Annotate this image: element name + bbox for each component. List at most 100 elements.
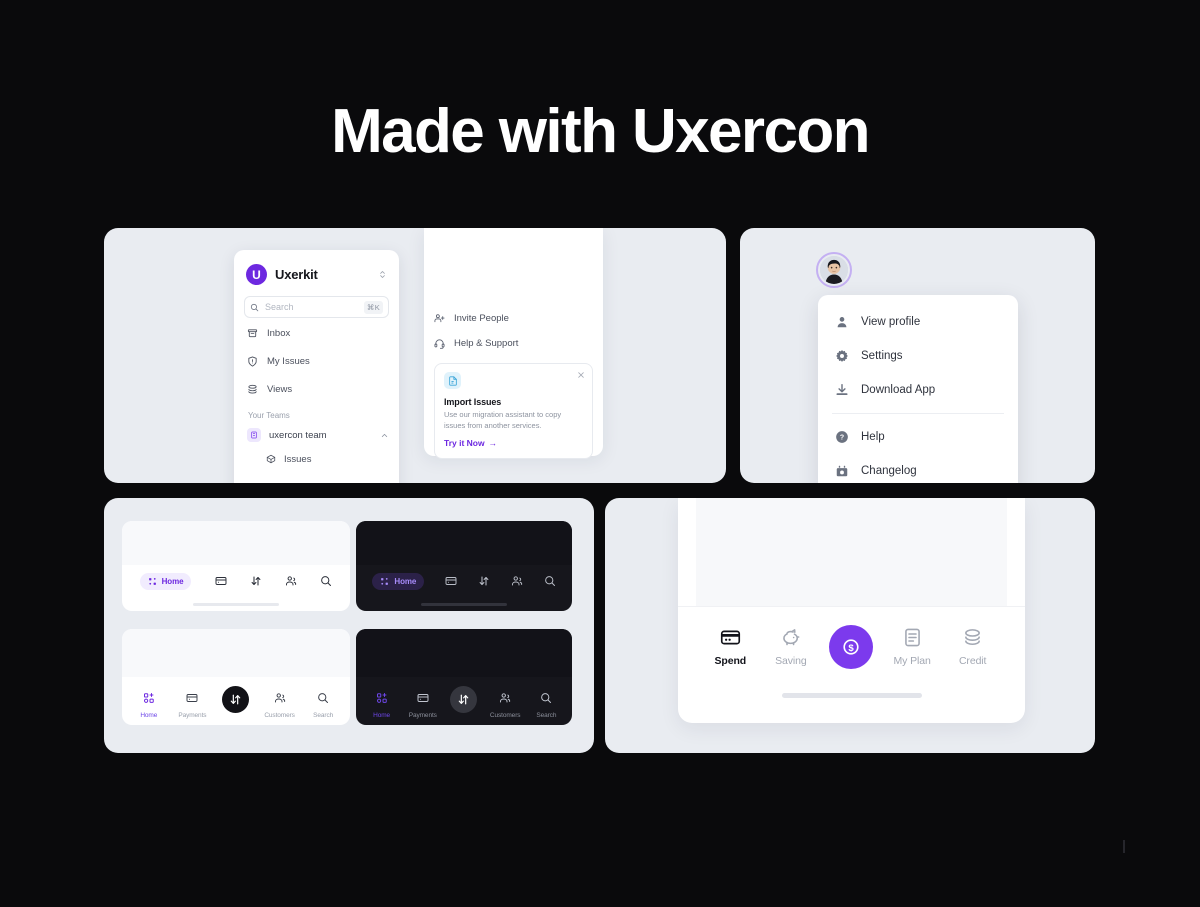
transfer-icon[interactable] [250,575,262,587]
sidebar-team-uxercon[interactable]: uxercon team [244,424,389,446]
nav-tab-home[interactable]: Home [362,691,402,719]
chevron-updown-icon[interactable] [378,270,387,279]
download-icon [834,383,849,397]
sidebar-item-views[interactable]: Views [244,377,389,402]
inbox-icon [247,328,258,339]
sidebar-item-label: Views [267,384,293,395]
search-icon[interactable] [320,575,332,587]
menu-item-download-app[interactable]: Download App [818,373,1018,407]
nav-tab-payments[interactable]: Payments [403,691,443,719]
close-icon[interactable] [577,371,585,379]
promo-body: Use our migration assistant to copy issu… [444,410,562,430]
menu-item-label: Download App [861,384,936,396]
navbar-compact-dark: Home [356,521,572,611]
customers-icon[interactable] [511,575,523,587]
search-input[interactable]: Search ⌘K [244,296,389,318]
sidebar-team-label: uxercon team [269,429,327,441]
promo-title: Import Issues [444,397,502,407]
nav-tab-label: Customers [264,712,295,719]
grid-dots-icon [380,577,389,586]
search-placeholder: Search [265,302,294,312]
nav-tab-label: Customers [489,712,521,719]
app-logo: U [246,264,267,285]
tab-label: My Plan [893,655,931,667]
search-icon [317,691,329,709]
nav-fab-transfer[interactable] [216,686,256,719]
search-icon[interactable] [544,575,556,587]
nav-tab-search[interactable]: Search [303,691,343,719]
nav-tab-customers[interactable]: Customers [485,691,525,719]
nav-fab-transfer[interactable] [444,686,484,719]
avatar-image [820,256,848,284]
nav-tab-home[interactable]: Home [372,572,425,590]
customers-icon [499,691,511,709]
page-title: Made with Uxercon [331,97,870,166]
menu-item-help[interactable]: ? Help [818,420,1018,454]
search-icon [540,691,552,709]
app-name: Uxerkit [275,267,318,282]
transfer-icon[interactable] [478,575,490,587]
dollar-coin-icon: $ [829,625,874,669]
menu-item-label: Changelog [861,465,917,477]
document-icon [902,627,923,648]
sidebar-item-my-issues[interactable]: My Issues [244,349,389,374]
nav-tab-payments[interactable]: Payments [172,691,212,719]
card-icon[interactable] [215,575,227,587]
screen-placeholder [122,629,350,677]
card-filled-icon [720,627,741,648]
profile-dropdown-menu: View profile Settings Download App ? Hel… [818,295,1018,483]
nav-tab-label: Home [161,576,184,586]
tab-fab-money[interactable]: $ [823,623,879,669]
svg-text:?: ? [839,435,843,442]
menu-item-label: View profile [861,316,921,328]
home-indicator [193,603,279,606]
tab-label: Spend [714,655,747,667]
tabbar: Spend Saving $ My Plan Credit [678,607,1025,669]
nav-tab-home[interactable]: Home [139,572,192,590]
nav-tab-home[interactable]: Home [129,691,169,719]
home-indicator [781,693,922,698]
avatar[interactable] [816,252,852,288]
transfer-icon [450,686,478,713]
promo-cta[interactable]: Try it Now → [444,438,583,448]
menu-item-settings[interactable]: Settings [818,339,1018,373]
nav-tab-customers[interactable]: Customers [260,691,300,719]
document-import-icon [444,372,461,389]
background-artifact [1123,840,1125,853]
card-icon [417,691,429,709]
nav-tab-label: Payments [408,712,437,719]
box-icon [266,454,276,464]
screen-placeholder [696,498,1007,606]
tab-spend[interactable]: Spend [702,627,758,667]
sidebar-item-inbox[interactable]: Inbox [244,321,389,346]
sidebar-item-issues[interactable]: Issues [244,448,389,470]
tab-credit[interactable]: Credit [945,627,1001,667]
piggy-bank-icon [780,627,801,648]
showcase-card-navbars: Home Home Home Payments Customers Search… [104,498,594,753]
menu-item-view-profile[interactable]: View profile [818,305,1018,339]
promo-cta-label: Try it Now [444,438,485,448]
grid-plus-icon [143,691,155,709]
menu-item-label: Help [861,431,885,443]
card-icon[interactable] [445,575,457,587]
chevron-up-icon[interactable] [380,431,389,440]
navbar-compact-light: Home [122,521,350,611]
workspace-switcher[interactable]: U Uxerkit [244,262,389,285]
transfer-icon [222,686,250,713]
tab-my-plan[interactable]: My Plan [884,627,940,667]
menu-item-changelog[interactable]: Changelog [818,454,1018,483]
sidebar-item-invite-people[interactable]: Invite People [434,306,593,331]
nav-tab-label: Payments [178,712,207,719]
navbar: Home [122,565,350,597]
showcase-card-sidebar: Invite People Help & Support Import Issu… [104,228,726,483]
sidebar-item-label: Inbox [267,328,291,339]
import-issues-promo: Import Issues Use our migration assistan… [434,363,593,459]
customers-icon[interactable] [285,575,297,587]
menu-item-label: Settings [861,350,903,362]
grid-dots-icon [148,577,157,586]
sidebar-item-help-support[interactable]: Help & Support [434,331,593,356]
tab-saving[interactable]: Saving [763,627,819,667]
nav-tab-search[interactable]: Search [526,691,566,719]
customers-icon [274,691,286,709]
user-icon [834,315,849,329]
